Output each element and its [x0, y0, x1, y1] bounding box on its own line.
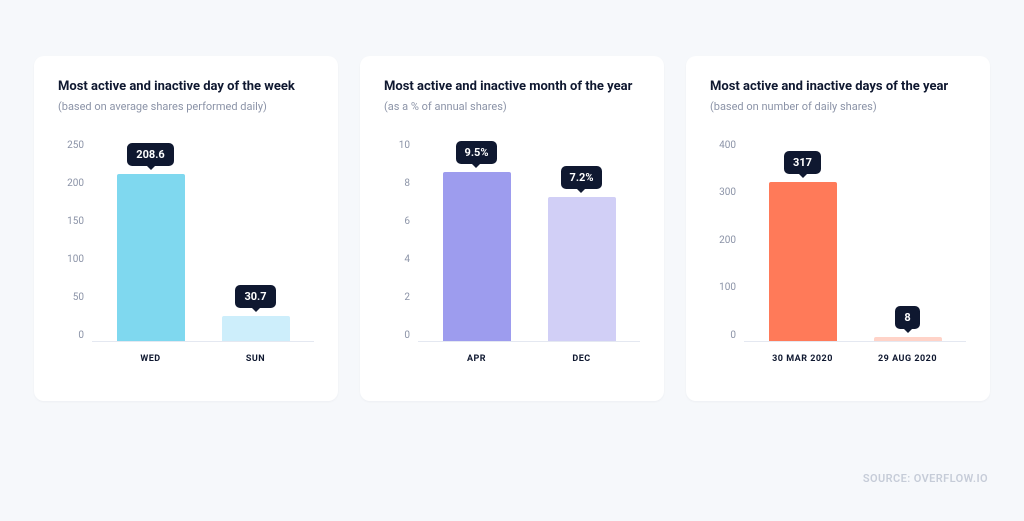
- y-axis: 400 300 200 100 0: [710, 141, 744, 341]
- chart-title: Most active and inactive day of the week: [58, 78, 314, 96]
- chart-title: Most active and inactive days of the yea…: [710, 78, 966, 96]
- plot: 9.5% 7.2% APR DEC: [418, 141, 640, 381]
- bar-sun: [222, 316, 290, 341]
- chart-card-month-of-year: Most active and inactive month of the ye…: [360, 56, 664, 401]
- bar-slot: 30.7: [207, 141, 304, 341]
- x-label: WED: [102, 354, 199, 364]
- chart-body: 250 200 150 100 50 0 208.6 30.7: [58, 141, 314, 381]
- plot-area: 317 8: [744, 141, 966, 341]
- y-tick: 6: [404, 217, 410, 227]
- bar-apr: [443, 172, 511, 341]
- chart-card-days-of-year: Most active and inactive days of the yea…: [686, 56, 990, 401]
- charts-row: Most active and inactive day of the week…: [0, 0, 1024, 401]
- x-label: DEC: [533, 354, 630, 364]
- x-label: 29 AUG 2020: [859, 354, 956, 364]
- x-axis: APR DEC: [418, 342, 640, 364]
- y-tick: 0: [404, 331, 410, 341]
- y-axis: 10 8 6 4 2 0: [384, 141, 418, 341]
- bar-wed: [117, 174, 185, 341]
- chart-subtitle: (based on number of daily shares): [710, 100, 966, 113]
- chart-subtitle: (as a % of annual shares): [384, 100, 640, 113]
- x-axis: WED SUN: [92, 342, 314, 364]
- y-axis: 250 200 150 100 50 0: [58, 141, 92, 341]
- x-axis: 30 MAR 2020 29 AUG 2020: [744, 342, 966, 364]
- bar-29-aug: [874, 337, 942, 341]
- y-tick: 4: [404, 255, 410, 265]
- value-badge: 317: [784, 151, 821, 174]
- y-tick: 300: [719, 188, 736, 198]
- x-label: 30 MAR 2020: [754, 354, 851, 364]
- y-tick: 200: [719, 236, 736, 246]
- bar-slot: 7.2%: [533, 141, 630, 341]
- value-badge: 8: [895, 306, 919, 329]
- chart-subtitle: (based on average shares performed daily…: [58, 100, 314, 113]
- plot-area: 208.6 30.7: [92, 141, 314, 341]
- x-label: SUN: [207, 354, 304, 364]
- bar-dec: [548, 197, 616, 341]
- plot-area: 9.5% 7.2%: [418, 141, 640, 341]
- y-tick: 400: [719, 141, 736, 151]
- value-badge: 208.6: [127, 143, 173, 166]
- y-tick: 10: [399, 141, 410, 151]
- y-tick: 200: [67, 179, 84, 189]
- y-tick: 150: [67, 217, 84, 227]
- x-label: APR: [428, 354, 525, 364]
- bar-30-mar: [769, 182, 837, 341]
- chart-card-day-of-week: Most active and inactive day of the week…: [34, 56, 338, 401]
- plot: 317 8 30 MAR 2020 29 AUG 2020: [744, 141, 966, 381]
- bar-slot: 8: [859, 141, 956, 341]
- plot: 208.6 30.7 WED SUN: [92, 141, 314, 381]
- y-tick: 100: [719, 283, 736, 293]
- source-attribution: SOURCE: OVERFLOW.IO: [863, 472, 988, 485]
- y-tick: 50: [73, 293, 84, 303]
- y-tick: 250: [67, 141, 84, 151]
- value-badge: 7.2%: [561, 166, 603, 189]
- chart-body: 10 8 6 4 2 0 9.5% 7.2%: [384, 141, 640, 381]
- y-tick: 100: [67, 255, 84, 265]
- y-tick: 0: [730, 331, 736, 341]
- value-badge: 30.7: [235, 285, 275, 308]
- chart-body: 400 300 200 100 0 317 8: [710, 141, 966, 381]
- y-tick: 2: [404, 293, 410, 303]
- chart-title: Most active and inactive month of the ye…: [384, 78, 640, 96]
- bar-slot: 9.5%: [428, 141, 525, 341]
- value-badge: 9.5%: [456, 141, 498, 164]
- bar-slot: 317: [754, 141, 851, 341]
- bar-slot: 208.6: [102, 141, 199, 341]
- y-tick: 8: [404, 179, 410, 189]
- y-tick: 0: [78, 331, 84, 341]
